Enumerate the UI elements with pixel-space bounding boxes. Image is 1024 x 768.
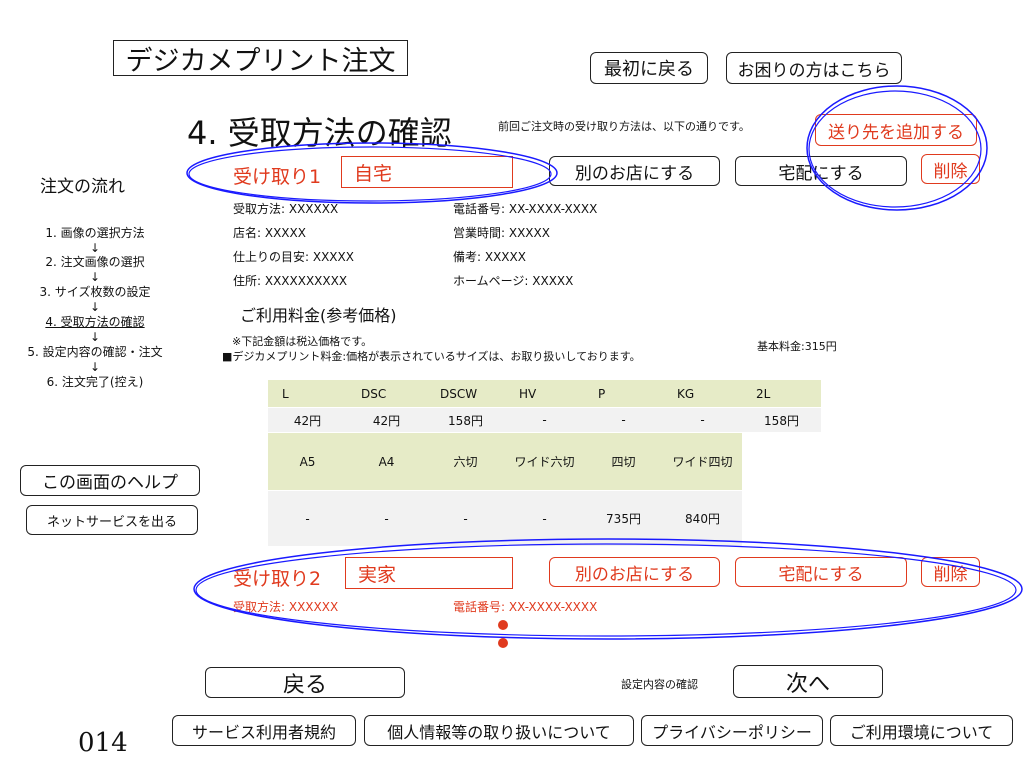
pricing-note-sizes: ■デジカメプリント料金:価格が表示されているサイズは、お取り扱いしております。 [222,350,641,363]
table-value-cell: 158円 [742,408,821,432]
continuation-dot-icon [498,638,508,648]
table-value-cell: - [505,408,584,432]
table-header-cell: L [268,380,347,407]
footer-link-privacy[interactable]: プライバシーポリシー [641,715,823,746]
arrow-icon: ↓ [89,360,101,374]
table-header-cell: DSCW [426,380,505,407]
table-header-cell: DSC [347,380,426,407]
pricing-note-tax: ※下記金額は税込価格です。 [232,335,373,348]
receipt2-phone: 電話番号: XX-XXXX-XXXX [453,600,598,614]
step-6: 6. 注文完了(控え) [46,375,144,389]
price-table-row2-headers: A5 A4 六切 ワイド六切 四切 ワイド四切 [268,433,742,490]
table-header-cell: 六切 [426,433,505,490]
exit-service-button[interactable]: ネットサービスを出る [26,505,198,535]
receipt2-name-field[interactable]: 実家 [345,557,513,589]
confirm-label: 設定内容の確認 [621,678,698,691]
back-button[interactable]: 戻る [205,667,405,698]
step-1: 1. 画像の選択方法 [45,226,145,240]
receipt1-other-store-button[interactable]: 別のお店にする [549,156,720,186]
step-4-current: 4. 受取方法の確認 [45,315,145,329]
table-value-cell: - [347,491,426,546]
table-header-cell: HV [505,380,584,407]
receipt1-delete-button[interactable]: 削除 [921,154,980,184]
table-header-cell: 2L [742,380,821,407]
table-value-cell: - [268,491,347,546]
table-header-cell: 四切 [584,433,663,490]
receipt1-store: 店名: XXXXX [233,226,306,240]
annotation-ellipse-add-destination [806,85,988,211]
receipt1-label: 受け取り1 [233,166,322,188]
receipt1-address: 住所: XXXXXXXXXX [233,274,348,288]
receipt1-method: 受取方法: XXXXXX [233,202,339,216]
receipt1-details-right: 電話番号: XX-XXXX-XXXX 営業時間: XXXXX 備考: XXXXX… [453,197,597,293]
next-button[interactable]: 次へ [733,665,883,698]
table-value-cell: 158円 [426,408,505,432]
table-value-cell: - [505,491,584,546]
receipt2-method: 受取方法: XXXXXX [233,600,339,614]
receipt1-eta: 仕上りの目安: XXXXX [233,250,354,264]
back-to-start-button[interactable]: 最初に戻る [590,52,708,84]
arrow-icon: ↓ [89,241,101,255]
table-header-cell: KG [663,380,742,407]
arrow-icon: ↓ [89,300,101,314]
flow-title: 注文の流れ [40,177,125,197]
table-value-cell: 840円 [663,491,742,546]
annotation-ellipse-add-destination [808,90,982,208]
arrow-icon: ↓ [89,330,101,344]
price-table-row2-values: - - - - 735円 840円 [268,491,742,546]
table-value-cell: - [426,491,505,546]
step-2: 2. 注文画像の選択 [45,255,145,269]
table-header-cell: A4 [347,433,426,490]
table-header-cell: P [584,380,663,407]
pricing-title: ご利用料金(参考価格) [240,306,397,325]
page-number: 014 [78,728,128,758]
receipt2-delivery-button[interactable]: 宅配にする [735,557,907,587]
table-header-cell: A5 [268,433,347,490]
receipt1-phone: 電話番号: XX-XXXX-XXXX [453,202,598,216]
base-fee: 基本料金:315円 [757,340,837,353]
table-value-cell: - [663,408,742,432]
app-title: デジカメプリント注文 [113,40,408,77]
receipt2-other-store-button[interactable]: 別のお店にする [549,557,720,587]
table-value-cell: - [584,408,663,432]
receipt1-details-left: 受取方法: XXXXXX 店名: XXXXX 仕上りの目安: XXXXX 住所:… [233,197,354,293]
step-5: 5. 設定内容の確認・注文 [27,345,163,359]
receipt1-delivery-button[interactable]: 宅配にする [735,156,907,186]
table-header-cell: ワイド六切 [505,433,584,490]
add-destination-button[interactable]: 送り先を追加する [815,114,977,146]
price-table-row1-values: 42円 42円 158円 - - - 158円 [268,408,821,432]
screen-help-button[interactable]: この画面のヘルプ [20,465,200,496]
table-value-cell: 42円 [347,408,426,432]
footer-link-terms[interactable]: サービス利用者規約 [172,715,356,746]
arrow-icon: ↓ [89,270,101,284]
continuation-dot-icon [498,620,508,630]
help-link-button[interactable]: お困りの方はこちら [726,52,902,84]
page-note: 前回ご注文時の受け取り方法は、以下の通りです。 [498,120,750,133]
receipt2-label: 受け取り2 [233,568,322,590]
step-3: 3. サイズ枚数の設定 [39,285,151,299]
table-value-cell: 735円 [584,491,663,546]
order-steps: 1. 画像の選択方法 ↓ 2. 注文画像の選択 ↓ 3. サイズ枚数の設定 ↓ … [0,226,190,390]
receipt1-remarks: 備考: XXXXX [453,250,526,264]
footer-link-personal-info[interactable]: 個人情報等の取り扱いについて [364,715,634,746]
table-value-cell: 42円 [268,408,347,432]
table-header-cell: ワイド四切 [663,433,742,490]
price-table-row1-headers: L DSC DSCW HV P KG 2L [268,380,821,407]
page-heading: 4. 受取方法の確認 [187,114,452,152]
receipt1-hours: 営業時間: XXXXX [453,226,550,240]
receipt1-name-field[interactable]: 自宅 [341,156,513,188]
receipt2-delete-button[interactable]: 削除 [921,557,980,587]
footer-link-environment[interactable]: ご利用環境について [830,715,1013,746]
receipt1-homepage: ホームページ: XXXXX [453,274,574,288]
